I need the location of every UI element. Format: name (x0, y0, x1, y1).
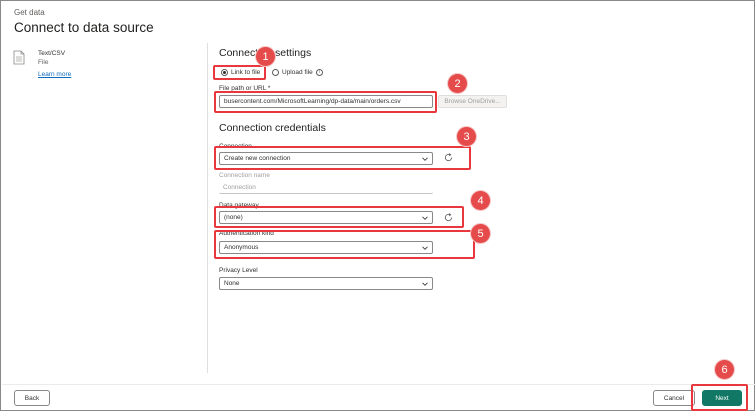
chevron-down-icon (422, 216, 428, 220)
info-icon[interactable]: i (315, 69, 323, 76)
privacy-level-label: Privacy Level (219, 267, 258, 274)
breadcrumb: Get data (14, 8, 45, 17)
step-badge-6: 6 (715, 360, 734, 379)
privacy-level-select[interactable]: None (219, 277, 433, 290)
dialog-window: Get data Connect to data source Text/CSV… (0, 0, 755, 411)
refresh-icon[interactable] (443, 212, 454, 223)
source-type: File (38, 59, 49, 66)
data-gateway-select-value: (none) (224, 214, 243, 221)
browse-onedrive-button[interactable]: Browse OneDrive... (438, 95, 507, 108)
authentication-kind-label: Authentication kind (219, 230, 274, 237)
step-badge-3: 3 (457, 127, 476, 146)
step-badge-4: 4 (471, 191, 490, 210)
file-path-label: File path or URL * (219, 85, 271, 92)
radio-selected-icon (221, 69, 228, 76)
panel-divider (207, 43, 208, 373)
connection-select[interactable]: Create new connection (219, 152, 433, 165)
cancel-button[interactable]: Cancel (653, 390, 695, 406)
learn-more-link[interactable]: Learn more (38, 71, 71, 78)
refresh-icon[interactable] (443, 152, 454, 163)
link-to-file-radio[interactable]: Link to file (221, 69, 260, 76)
next-button[interactable]: Next (702, 390, 742, 406)
page-title: Connect to data source (14, 20, 154, 35)
chevron-down-icon (422, 157, 428, 161)
data-gateway-label: Data gateway (219, 202, 259, 209)
file-path-input[interactable]: busercontent.com/MicrosoftLearning/dp-da… (219, 95, 433, 108)
link-to-file-label: Link to file (231, 69, 261, 76)
source-name: Text/CSV (38, 50, 66, 57)
authentication-kind-select-value: Anonymous (224, 244, 259, 251)
authentication-kind-select[interactable]: Anonymous (219, 241, 433, 254)
chevron-down-icon (422, 282, 428, 286)
back-button[interactable]: Back (14, 390, 50, 406)
data-gateway-select[interactable]: (none) (219, 211, 433, 224)
chevron-down-icon (422, 246, 428, 250)
radio-unselected-icon (272, 69, 279, 76)
step-badge-1: 1 (256, 47, 275, 66)
file-icon (13, 50, 25, 65)
step-badge-2: 2 (448, 74, 467, 93)
upload-file-label: Upload file (282, 69, 313, 76)
footer-divider (2, 384, 755, 385)
privacy-level-select-value: None (224, 280, 240, 287)
connection-credentials-heading: Connection credentials (219, 122, 326, 134)
connection-name-input[interactable]: Connection (219, 182, 433, 194)
connection-select-value: Create new connection (224, 155, 291, 162)
upload-file-radio[interactable]: Upload file i (272, 69, 323, 76)
step-badge-5: 5 (471, 224, 490, 243)
connection-label: Connection (219, 143, 252, 150)
connection-name-label: Connection name (219, 172, 270, 179)
